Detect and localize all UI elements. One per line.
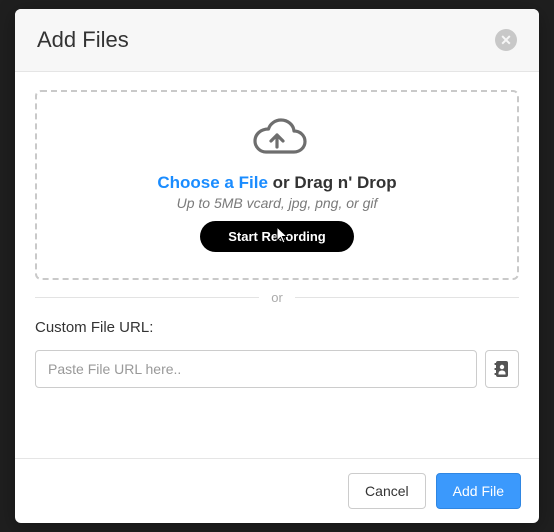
- modal-title: Add Files: [37, 27, 129, 53]
- add-file-button[interactable]: Add File: [436, 473, 521, 509]
- or-divider: or: [35, 290, 519, 305]
- modal-body: Choose a File or Drag n' Drop Up to 5MB …: [15, 72, 539, 458]
- modal-footer: Cancel Add File: [15, 458, 539, 523]
- close-button[interactable]: ✕: [495, 29, 517, 51]
- custom-url-label: Custom File URL:: [35, 319, 519, 336]
- divider-label: or: [259, 290, 295, 305]
- dropzone-hint: Up to 5MB vcard, jpg, png, or gif: [177, 195, 378, 211]
- dropzone-main-text: Choose a File or Drag n' Drop: [157, 173, 396, 193]
- add-files-modal: Add Files ✕ Choose a File or Drag n' Dro…: [15, 9, 539, 523]
- start-recording-label: Start Recording: [228, 229, 326, 244]
- file-dropzone[interactable]: Choose a File or Drag n' Drop Up to 5MB …: [35, 90, 519, 280]
- close-icon: ✕: [500, 33, 512, 47]
- drag-drop-text: or Drag n' Drop: [268, 173, 397, 192]
- contact-card-icon: [494, 360, 510, 378]
- cancel-button[interactable]: Cancel: [348, 473, 426, 509]
- divider-line-right: [295, 297, 519, 298]
- divider-line-left: [35, 297, 259, 298]
- url-input-row: [35, 350, 519, 388]
- start-recording-button[interactable]: Start Recording: [200, 221, 354, 252]
- choose-file-link[interactable]: Choose a File: [157, 173, 268, 192]
- modal-header: Add Files ✕: [15, 9, 539, 72]
- file-url-input[interactable]: [35, 350, 477, 388]
- cloud-upload-icon: [246, 118, 308, 167]
- contact-card-button[interactable]: [485, 350, 519, 388]
